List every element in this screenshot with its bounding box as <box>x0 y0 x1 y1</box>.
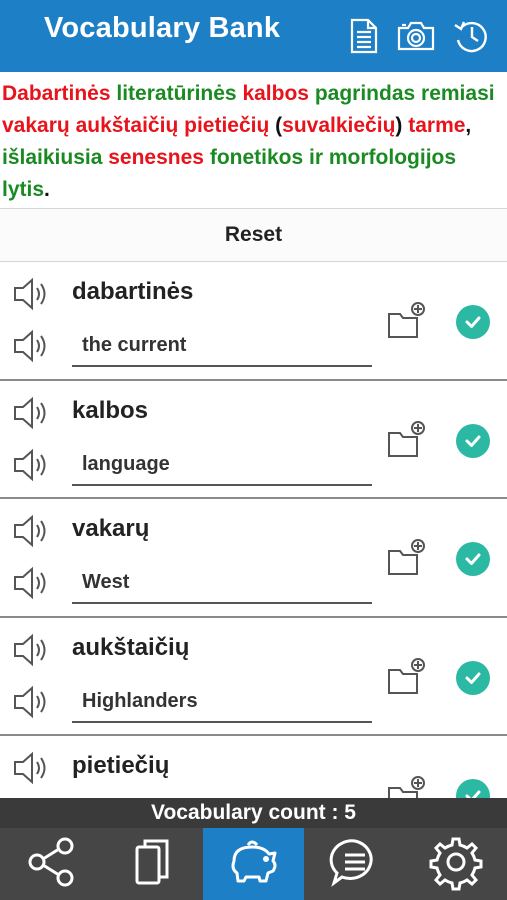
speaker-icon[interactable] <box>12 565 52 601</box>
chat-icon <box>326 833 384 896</box>
sentence-word[interactable]: senesnes <box>108 146 204 169</box>
speaker-icon[interactable] <box>12 513 52 549</box>
sentence-word[interactable]: morfologijos <box>329 146 456 169</box>
page-title: Vocabulary Bank <box>44 12 281 44</box>
study-sentence: Dabartinės literatūrinės kalbos pagrinda… <box>0 72 507 208</box>
speaker-icon[interactable] <box>12 684 52 720</box>
add-folder-icon[interactable] <box>386 656 428 696</box>
sentence-word[interactable]: suvalkiečių <box>282 114 395 137</box>
sentence-word[interactable]: Dabartinės <box>2 82 111 105</box>
vocab-item: vakarų West <box>0 499 507 618</box>
checkmark-icon[interactable] <box>456 542 490 576</box>
add-folder-icon[interactable] <box>386 774 428 798</box>
vocab-item: aukštaičių Highlanders <box>0 617 507 736</box>
checkmark-icon[interactable] <box>456 660 490 695</box>
translation-field[interactable]: the current <box>72 330 372 367</box>
checkmark-icon[interactable] <box>456 305 490 339</box>
sentence-word[interactable]: išlaikiusia <box>2 146 102 169</box>
vocab-item: dabartinės the current <box>0 262 507 381</box>
reset-button[interactable]: Reset <box>0 208 507 262</box>
vocab-item: pietiečių <box>0 736 507 798</box>
sentence-punctuation: ) <box>395 114 409 137</box>
tab-copy[interactable] <box>101 828 202 900</box>
sentence-punctuation: . <box>44 178 50 201</box>
speaker-icon[interactable] <box>12 447 52 483</box>
tab-share[interactable] <box>0 828 101 900</box>
vocab-word: kalbos <box>72 396 149 424</box>
sentence-word[interactable]: remiasi <box>421 82 495 105</box>
sentence-word[interactable]: ir <box>309 146 323 169</box>
vocabulary-list: dabartinės the current kalbos language vakar… <box>0 262 507 798</box>
speaker-icon[interactable] <box>12 750 52 786</box>
translation-field[interactable]: language <box>72 449 372 486</box>
translation-field[interactable]: West <box>72 567 372 604</box>
sentence-punctuation: , <box>465 114 472 137</box>
vocab-word: aukštaičių <box>72 633 190 661</box>
sentence-word[interactable]: fonetikos <box>210 146 303 169</box>
sentence-word[interactable]: kalbos <box>242 82 309 105</box>
piggy-bank-icon <box>224 833 282 896</box>
vocab-word: pietiečių <box>72 752 170 779</box>
document-icon[interactable] <box>344 16 384 56</box>
copy-icon <box>123 833 181 896</box>
checkmark-icon[interactable] <box>456 423 490 458</box>
speaker-icon[interactable] <box>12 328 52 364</box>
translation-field[interactable]: Highlanders <box>72 686 372 723</box>
sentence-word[interactable]: tarme <box>408 114 465 137</box>
tab-piggy-bank[interactable] <box>202 828 305 900</box>
vocab-item: kalbos language <box>0 380 507 499</box>
history-icon[interactable] <box>452 16 492 56</box>
add-folder-icon[interactable] <box>386 419 428 459</box>
speaker-icon[interactable] <box>12 276 52 312</box>
bottom-tab-bar <box>0 828 507 900</box>
add-folder-icon[interactable] <box>386 537 428 577</box>
speaker-icon[interactable] <box>12 395 52 431</box>
tab-chat[interactable] <box>304 828 405 900</box>
vocab-word: vakarų <box>72 515 150 542</box>
vocabulary-count: Vocabulary count : 5 <box>0 798 507 828</box>
speaker-icon[interactable] <box>12 632 52 668</box>
add-folder-icon[interactable] <box>386 300 428 340</box>
vocab-word: dabartinės <box>72 278 194 305</box>
share-icon <box>22 833 80 896</box>
sentence-word[interactable]: aukštaičių <box>76 114 179 137</box>
settings-icon <box>427 833 485 896</box>
sentence-word[interactable]: literatūrinės <box>116 82 236 105</box>
sentence-word[interactable]: pagrindas <box>315 82 415 105</box>
app-header: Vocabulary Bank <box>0 0 507 72</box>
sentence-word[interactable]: vakarų <box>2 114 70 137</box>
sentence-word[interactable]: pietiečių <box>184 114 269 137</box>
sentence-word[interactable]: lytis <box>2 178 44 201</box>
tab-settings[interactable] <box>406 828 507 900</box>
sentence-punctuation: ( <box>269 114 283 137</box>
camera-icon[interactable] <box>396 16 436 56</box>
checkmark-icon[interactable] <box>456 779 490 798</box>
